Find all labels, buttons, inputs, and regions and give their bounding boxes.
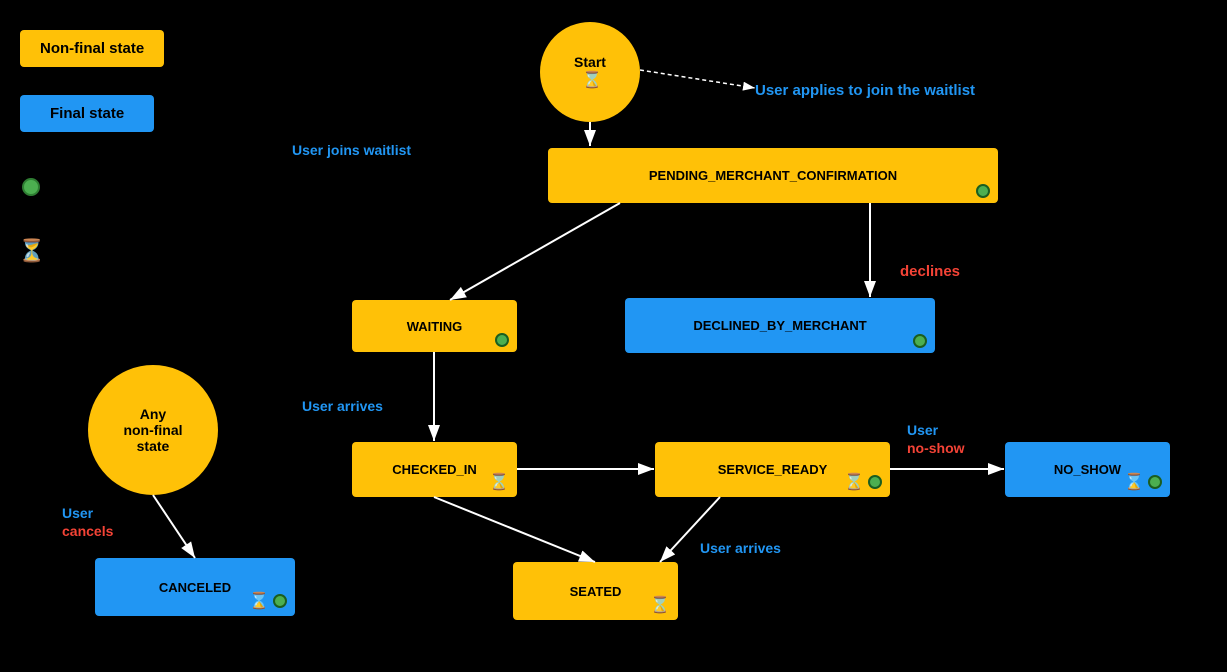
state-service-ready: SERVICE_READY ⌛	[655, 442, 890, 497]
state-pending-label: PENDING_MERCHANT_CONFIRMATION	[649, 168, 897, 183]
legend-final-state: Final state	[20, 95, 154, 132]
green-dot-icon-canceled	[273, 594, 287, 608]
green-dot-icon-service-ready	[868, 475, 882, 489]
state-checked-in: CHECKED_IN ⌛	[352, 442, 517, 497]
legend-hourglass-icon: ⏳	[18, 238, 45, 264]
state-any-nonfinal: Any non-final state	[88, 365, 218, 495]
hourglass-icon-canceled: ⌛	[249, 591, 269, 611]
label-declines: declines	[900, 263, 960, 280]
state-service-ready-label: SERVICE_READY	[718, 462, 828, 477]
hourglass-icon-no-show: ⌛	[1124, 472, 1144, 492]
state-no-show: NO_SHOW ⌛	[1005, 442, 1170, 497]
green-dot-icon-no-show	[1148, 475, 1162, 489]
state-canceled-label: CANCELED	[159, 580, 231, 595]
label-user-noshow-1: User	[907, 422, 938, 438]
legend-nonfinal-state: Non-final state	[20, 30, 164, 67]
label-user-applies: User applies to join the waitlist	[755, 82, 975, 99]
state-seated-label: SEATED	[570, 584, 622, 599]
hourglass-icon-seated: ⌛	[650, 595, 670, 615]
label-user-arrives-2: User arrives	[700, 540, 781, 556]
label-user-cancels-1: User	[62, 505, 93, 521]
state-no-show-label: NO_SHOW	[1054, 462, 1121, 477]
label-user-cancels-2: cancels	[62, 523, 113, 539]
state-declined-label: DECLINED_BY_MERCHANT	[693, 318, 866, 333]
green-dot-icon-declined	[913, 334, 927, 348]
hourglass-icon-checked-in: ⌛	[489, 472, 509, 492]
state-start-label: Start	[574, 54, 606, 70]
green-dot-icon-waiting	[495, 333, 509, 347]
hourglass-icon-start: ⌛	[582, 72, 602, 89]
state-seated: SEATED ⌛	[513, 562, 678, 620]
state-pending-merchant-confirmation: PENDING_MERCHANT_CONFIRMATION	[548, 148, 998, 203]
state-canceled: CANCELED ⌛	[95, 558, 295, 616]
state-waiting: WAITING	[352, 300, 517, 352]
state-declined-by-merchant: DECLINED_BY_MERCHANT	[625, 298, 935, 353]
state-any-nonfinal-label: Any non-final state	[123, 406, 182, 454]
green-dot-icon-pending	[976, 184, 990, 198]
label-user-noshow-2: no-show	[907, 440, 965, 456]
label-user-arrives-1: User arrives	[302, 398, 383, 414]
hourglass-icon-service-ready: ⌛	[844, 472, 864, 492]
state-checked-in-label: CHECKED_IN	[392, 462, 477, 477]
state-start: Start ⌛	[540, 22, 640, 122]
legend-green-dot-icon	[22, 178, 40, 196]
state-waiting-label: WAITING	[407, 319, 463, 334]
label-user-joins: User joins waitlist	[292, 142, 411, 158]
